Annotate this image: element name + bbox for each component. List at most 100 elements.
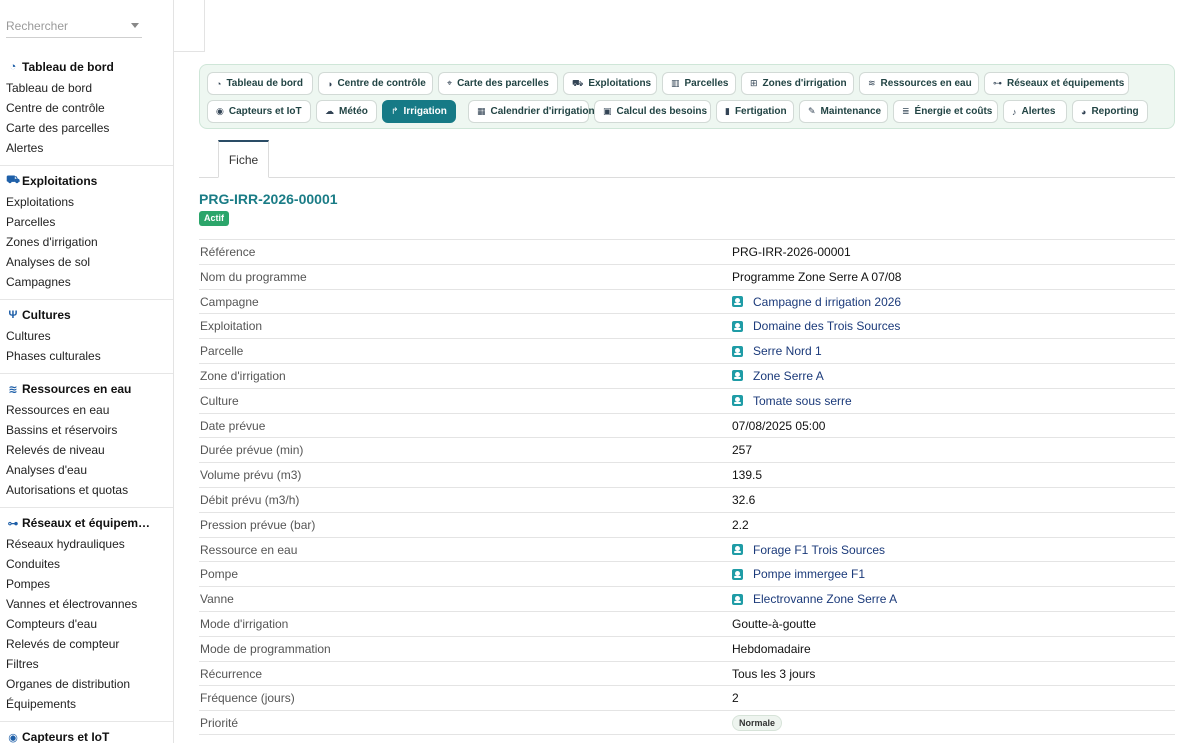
sidebar-item-exploitations[interactable]: Exploitations	[0, 192, 173, 212]
field-value: Tous les 3 jours	[732, 662, 815, 686]
sidebar-item-bassins-et-reservoirs[interactable]: Bassins et réservoirs	[0, 420, 173, 440]
record-link-icon[interactable]	[732, 320, 743, 332]
field-link[interactable]: Tomate sous serre	[753, 389, 852, 413]
sidebar-section-title: Cultures	[22, 308, 71, 322]
sidebar-item-organes-de-distribution[interactable]: Organes de distribution	[0, 674, 173, 694]
sidebar-item-releves-de-niveau[interactable]: Relevés de niveau	[0, 440, 173, 460]
search-box[interactable]	[6, 14, 142, 38]
field-row-frequence-jours: Fréquence (jours) 2	[199, 685, 1175, 710]
sidebar-item-reseaux-hydrauliques[interactable]: Réseaux hydrauliques	[0, 534, 173, 554]
sidebar-section-capteurs-et-iot[interactable]: ◉ Capteurs et IoT	[0, 726, 173, 743]
field-label: Référence	[200, 245, 256, 259]
field-link[interactable]: Campagne d irrigation 2026	[753, 290, 901, 314]
field-row-debit-prevu-m3-h: Débit prévu (m3/h) 32.6	[199, 486, 1175, 512]
toolbar-button-exploitations[interactable]: ⛟ Exploitations	[563, 72, 657, 95]
toolbar-button-meteo[interactable]: ☁ Météo	[316, 100, 377, 123]
sidebar-item-vannes-et-electrovannes[interactable]: Vannes et électrovannes	[0, 594, 173, 614]
dial-icon: ◑	[327, 78, 333, 89]
toolbar-button-label: Maintenance	[820, 106, 882, 117]
toolbar-button-carte-des-parcelles[interactable]: ⌖ Carte des parcelles	[438, 72, 558, 95]
field-value: Electrovanne Zone Serre A	[732, 587, 897, 611]
toolbar-button-calendrier-d-irrigation[interactable]: ▦ Calendrier d'irrigation	[468, 100, 595, 123]
field-link[interactable]: Electrovanne Zone Serre A	[753, 587, 897, 611]
toolbar-button-label: Exploitations	[588, 78, 652, 89]
tab-fiche[interactable]: Fiche	[218, 140, 269, 178]
field-row-ressource-en-eau: Ressource en eau Forage F1 Trois Sources	[199, 536, 1175, 562]
field-label: Débit prévu (m3/h)	[200, 492, 300, 507]
record-link-icon[interactable]	[732, 395, 743, 407]
record-link-icon[interactable]	[732, 568, 743, 580]
sidebar-item-parcelles[interactable]: Parcelles	[0, 212, 173, 232]
toolbar-button-label: Calendrier d'irrigation	[490, 106, 595, 117]
sidebar-item-tableau-de-bord[interactable]: Tableau de bord	[0, 78, 173, 98]
sidebar-item-alertes[interactable]: Alertes	[0, 138, 173, 158]
sidebar-item-compteurs-d-eau[interactable]: Compteurs d'eau	[0, 614, 173, 634]
field-value: 257	[732, 438, 752, 462]
sidebar-section-title: Réseaux et équipem…	[22, 516, 151, 530]
field-text: 2	[732, 691, 739, 706]
tractor-icon: ⛟	[6, 174, 20, 186]
field-row-volume-prevu-m3: Volume prévu (m3) 139.5	[199, 462, 1175, 487]
sidebar-item-phases-culturales[interactable]: Phases culturales	[0, 346, 173, 366]
field-label: Culture	[200, 393, 239, 408]
toolbar-button-maintenance[interactable]: ✎ Maintenance	[799, 100, 888, 123]
field-link[interactable]: Forage F1 Trois Sources	[753, 538, 885, 562]
toolbar-button-reporting[interactable]: ◕ Reporting	[1072, 100, 1148, 123]
field-row-recurrence: Récurrence Tous les 3 jours	[199, 660, 1175, 686]
field-link[interactable]: Serre Nord 1	[753, 339, 822, 363]
toolbar-button-parcelles[interactable]: ▥ Parcelles	[662, 72, 736, 95]
sidebar-item-equipements[interactable]: Équipements	[0, 694, 173, 714]
field-link[interactable]: Zone Serre A	[753, 364, 824, 388]
toolbar-button-capteurs-et-iot[interactable]: ◉ Capteurs et IoT	[207, 100, 311, 123]
record-link-icon[interactable]	[732, 296, 743, 308]
toolbar-button-alertes[interactable]: ♪ Alertes	[1003, 100, 1067, 123]
field-value: Tomate sous serre	[732, 389, 852, 413]
toolbar-button-calcul-des-besoins[interactable]: ▣ Calcul des besoins	[594, 100, 711, 123]
field-text: 139.5	[732, 468, 763, 483]
sidebar-item-autorisations-et-quotas[interactable]: Autorisations et quotas	[0, 480, 173, 500]
toolbar-button-centre-de-controle[interactable]: ◑ Centre de contrôle	[318, 72, 433, 95]
sidebar-item-carte-des-parcelles[interactable]: Carte des parcelles	[0, 118, 173, 138]
chevron-down-icon[interactable]	[131, 23, 139, 28]
field-row-parcelle: Parcelle Serre Nord 1	[199, 338, 1175, 363]
seedling-icon: Ψ	[8, 309, 18, 321]
sidebar-item-pompes[interactable]: Pompes	[0, 574, 173, 594]
tab-bar: Fiche	[199, 140, 1175, 178]
sidebar-item-campagnes[interactable]: Campagnes	[0, 272, 173, 292]
toolbar-button-fertigation[interactable]: ▮ Fertigation	[716, 100, 794, 123]
sidebar-section-tableau-de-bord[interactable]: ◔ Tableau de bord	[0, 56, 173, 78]
sidebar-item-analyses-de-sol[interactable]: Analyses de sol	[0, 252, 173, 272]
toolbar-button-energie-et-couts[interactable]: ≣ Énergie et coûts	[893, 100, 998, 123]
sidebar-section-ressources-en-eau[interactable]: ≋ Ressources en eau	[0, 378, 173, 400]
sidebar-section-reseaux-et-equipem[interactable]: ⊶ Réseaux et équipem…	[0, 512, 173, 534]
field-row-mode-de-programmation: Mode de programmation Hebdomadaire	[199, 635, 1175, 661]
sidebar-item-cultures[interactable]: Cultures	[0, 326, 173, 346]
field-link[interactable]: Pompe immergee F1	[753, 562, 865, 586]
field-link[interactable]: Domaine des Trois Sources	[753, 314, 900, 338]
sidebar-item-centre-de-controle[interactable]: Centre de contrôle	[0, 98, 173, 118]
sidebar-item-releves-de-compteur[interactable]: Relevés de compteur	[0, 634, 173, 654]
sidebar-item-filtres[interactable]: Filtres	[0, 654, 173, 674]
field-row-vanne: Vanne Electrovanne Zone Serre A	[199, 586, 1175, 611]
sidebar-item-analyses-d-eau[interactable]: Analyses d'eau	[0, 460, 173, 480]
sidebar-item-ressources-en-eau[interactable]: Ressources en eau	[0, 400, 173, 420]
field-text: Programme Zone Serre A 07/08	[732, 269, 902, 284]
record-link-icon[interactable]	[732, 370, 743, 382]
toolbar-button-ressources-en-eau[interactable]: ≋ Ressources en eau	[859, 72, 979, 95]
sidebar-item-conduites[interactable]: Conduites	[0, 554, 173, 574]
toolbar-button-reseaux-et-equipements[interactable]: ⊶ Réseaux et équipements	[984, 72, 1129, 95]
toolbar-button-tableau-de-bord[interactable]: ◔ Tableau de bord	[207, 72, 313, 95]
toolbar-button-zones-d-irrigation[interactable]: ⊞ Zones d'irrigation	[741, 72, 854, 95]
gauge-icon: ◔	[9, 61, 17, 73]
field-row-date-prevue: Date prévue 07/08/2025 05:00	[199, 412, 1175, 438]
toolbar-button-irrigation[interactable]: ↱ Irrigation	[382, 100, 456, 123]
sidebar-item-zones-d-irrigation[interactable]: Zones d'irrigation	[0, 232, 173, 252]
record-link-icon[interactable]	[732, 345, 743, 357]
toolbar-button-label: Alertes	[1021, 106, 1056, 117]
sidebar-section-exploitations[interactable]: ⛟ Exploitations	[0, 170, 173, 192]
record-link-icon[interactable]	[732, 544, 743, 556]
sidebar-section-cultures[interactable]: Ψ Cultures	[0, 304, 173, 326]
sidebar: ◔Tableau de bordTableau de bordCentre de…	[0, 0, 174, 743]
search-input[interactable]	[6, 14, 124, 38]
record-link-icon[interactable]	[732, 593, 743, 605]
